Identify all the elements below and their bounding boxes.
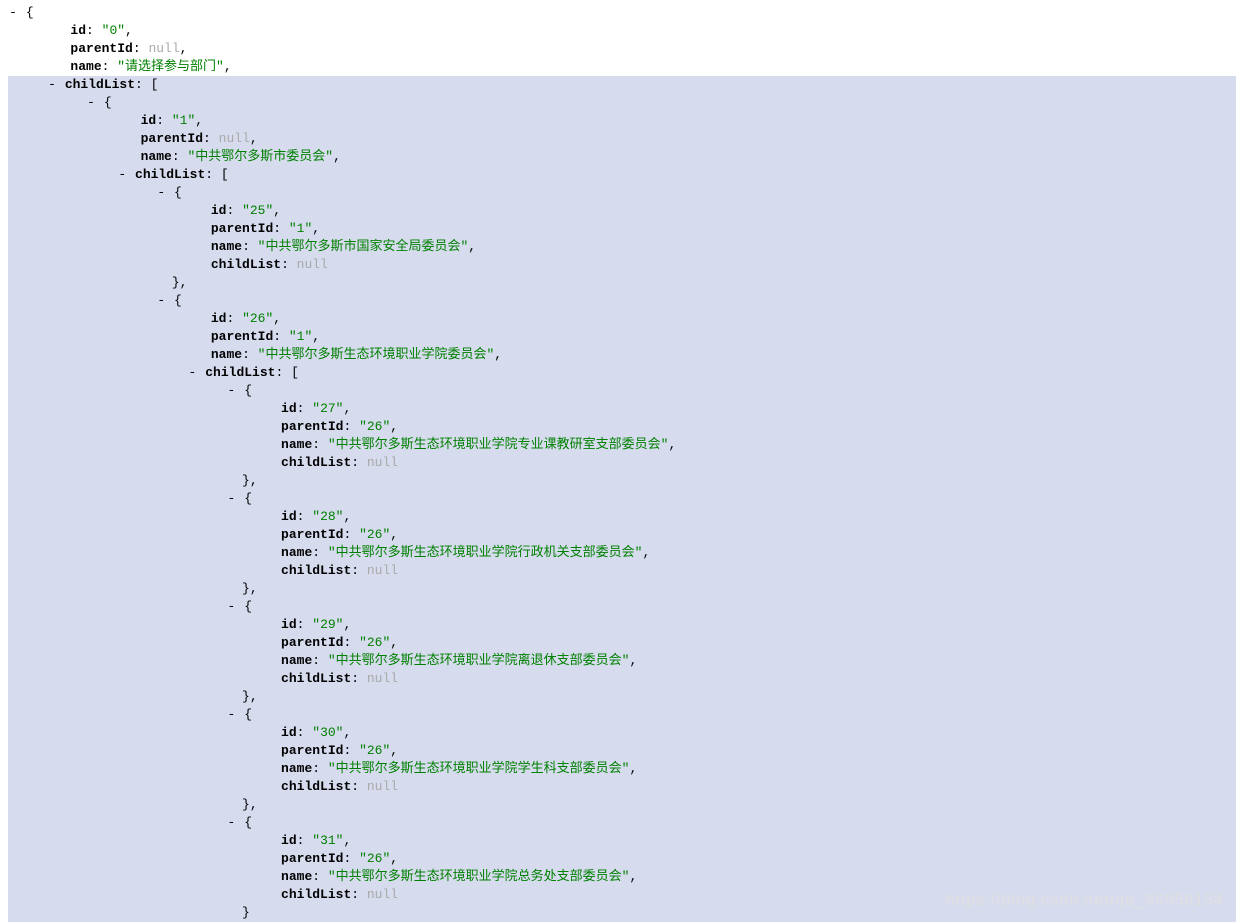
prop-id: id: "26", [8, 310, 1236, 328]
node-close: }, [8, 688, 1236, 706]
prop-parentId: parentId: "1", [8, 220, 1236, 238]
node-open: - { [8, 706, 1236, 724]
prop-parentId: parentId: "26", [8, 418, 1236, 436]
node-close: }, [8, 274, 1236, 292]
prop-name: name: "中共鄂尔多斯生态环境职业学院离退休支部委员会", [8, 652, 1236, 670]
prop-id: id: "27", [8, 400, 1236, 418]
prop-parentId: parentId: "26", [8, 634, 1236, 652]
toggle-icon[interactable]: - [156, 184, 166, 202]
node-open: - { [8, 382, 1236, 400]
prop-id: id: "25", [8, 202, 1236, 220]
toggle-icon[interactable]: - [47, 76, 57, 94]
highlighted-region: - childList: [ - { id: "1", parentId: nu… [8, 76, 1236, 922]
prop-name: name: "请选择参与部门", [8, 58, 1236, 76]
prop-name: name: "中共鄂尔多斯市国家安全局委员会", [8, 238, 1236, 256]
node-open: - { [8, 598, 1236, 616]
node-close-partial: } [8, 904, 1236, 922]
prop-childList: - childList: [ [8, 364, 1236, 382]
toggle-icon[interactable]: - [226, 706, 236, 724]
node-open: - { [8, 814, 1236, 832]
val-name: "请选择参与部门" [117, 59, 224, 74]
prop-parentId: parentId: null, [8, 40, 1236, 58]
prop-name: name: "中共鄂尔多斯生态环境职业学院专业课教研室支部委员会", [8, 436, 1236, 454]
prop-childList: childList: null [8, 778, 1236, 796]
prop-parentId: parentId: "1", [8, 328, 1236, 346]
prop-parentId: parentId: null, [8, 130, 1236, 148]
node-close: }, [8, 796, 1236, 814]
key-childList: childList [65, 77, 135, 92]
prop-childList: - childList: [ [8, 166, 1236, 184]
prop-name: name: "中共鄂尔多斯生态环境职业学院委员会", [8, 346, 1236, 364]
prop-name: name: "中共鄂尔多斯生态环境职业学院行政机关支部委员会", [8, 544, 1236, 562]
prop-name: name: "中共鄂尔多斯生态环境职业学院总务处支部委员会", [8, 868, 1236, 886]
toggle-icon[interactable]: - [187, 364, 197, 382]
prop-childList: childList: null [8, 562, 1236, 580]
node-close: }, [8, 580, 1236, 598]
val-parentId: null [148, 41, 179, 56]
node-open: - { [8, 94, 1236, 112]
prop-childList: - childList: [ [8, 76, 1236, 94]
node-open: - { [8, 490, 1236, 508]
node-open: - { [8, 292, 1236, 310]
prop-id: id: "28", [8, 508, 1236, 526]
key-parentId: parentId [70, 41, 132, 56]
toggle-icon[interactable]: - [117, 166, 127, 184]
toggle-icon[interactable]: - [226, 382, 236, 400]
toggle-icon[interactable]: - [226, 598, 236, 616]
prop-id: id: "30", [8, 724, 1236, 742]
key-id: id [70, 23, 86, 38]
toggle-icon[interactable]: - [156, 292, 166, 310]
prop-parentId: parentId: "26", [8, 850, 1236, 868]
prop-name: name: "中共鄂尔多斯生态环境职业学院学生科支部委员会", [8, 760, 1236, 778]
prop-id: id: "1", [8, 112, 1236, 130]
node-close: }, [8, 472, 1236, 490]
prop-id: id: "29", [8, 616, 1236, 634]
key-name: name [70, 59, 101, 74]
toggle-icon[interactable]: - [226, 814, 236, 832]
brace-open: { [26, 5, 34, 20]
toggle-icon[interactable]: - [8, 4, 18, 22]
prop-id: id: "31", [8, 832, 1236, 850]
prop-childList: childList: null [8, 886, 1236, 904]
val-id: "0" [102, 23, 125, 38]
prop-childList: childList: null [8, 670, 1236, 688]
json-viewer: { "toggle":"-", "open":"{", "close":"}",… [0, 0, 1244, 922]
prop-childList: childList: null [8, 256, 1236, 274]
prop-id: id: "0", [8, 22, 1236, 40]
prop-parentId: parentId: "26", [8, 526, 1236, 544]
prop-childList: childList: null [8, 454, 1236, 472]
prop-name: name: "中共鄂尔多斯市委员会", [8, 148, 1236, 166]
toggle-icon[interactable]: - [86, 94, 96, 112]
node-26-children: - { id: "27", parentId: "26", name: "中共鄂… [8, 382, 1236, 922]
toggle-icon[interactable]: - [226, 490, 236, 508]
prop-parentId: parentId: "26", [8, 742, 1236, 760]
node-open-root: - { [8, 4, 1236, 22]
node-open: - { [8, 184, 1236, 202]
